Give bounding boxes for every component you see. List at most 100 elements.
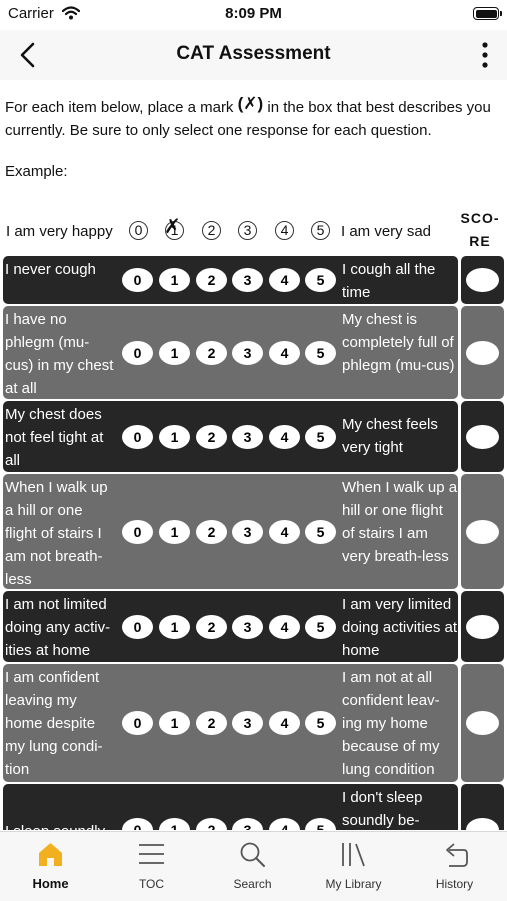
answer-option-2[interactable]: 2 (196, 615, 227, 639)
answer-option-0[interactable]: 0 (122, 268, 153, 292)
example-option: 4 (275, 221, 294, 240)
score-field[interactable] (466, 520, 499, 544)
tab-history[interactable]: History (404, 832, 505, 901)
answer-option-4[interactable]: 4 (269, 425, 300, 449)
battery-icon (473, 7, 502, 20)
answer-option-2[interactable]: 2 (196, 818, 227, 830)
question-row: My chest does not feel tight at all 0 1 2 3 4… (3, 401, 458, 472)
answer-option-2[interactable]: 2 (196, 520, 227, 544)
answer-option-0[interactable]: 0 (122, 711, 153, 735)
answer-option-3[interactable]: 3 (232, 711, 263, 735)
assessment-content[interactable]: For each item below, place a mark (✗) in… (0, 80, 507, 830)
example-right-label: I am very sad (341, 223, 432, 240)
status-bar: Carrier 8:09 PM (0, 0, 507, 30)
answer-option-4[interactable]: 4 (269, 268, 300, 292)
answer-option-4[interactable]: 4 (269, 341, 300, 365)
score-field[interactable] (466, 425, 499, 449)
page-title: CAT Assessment (176, 43, 331, 64)
clock: 8:09 PM (225, 5, 282, 22)
answer-option-0[interactable]: 0 (122, 818, 153, 830)
answer-option-1[interactable]: 1 (159, 341, 190, 365)
question-right-label: My chest is completely full of phlegm (m… (342, 311, 455, 374)
more-options-button[interactable] (475, 40, 495, 70)
answer-option-3[interactable]: 3 (232, 268, 263, 292)
answer-option-3[interactable]: 3 (232, 425, 263, 449)
example-option: 3 (238, 221, 257, 240)
answer-option-1[interactable]: 1 (159, 520, 190, 544)
answer-option-1[interactable]: 1 (159, 711, 190, 735)
answer-option-3[interactable]: 3 (232, 520, 263, 544)
question-row: I sleep soundly 012345 I don't sleep sound… (3, 784, 458, 830)
example-label: Example: (5, 163, 68, 180)
list-icon (139, 844, 164, 864)
question-left-label: I have no phlegm (mu-cus) in my chest at… (5, 311, 114, 397)
score-cell (461, 591, 504, 662)
answer-option-0[interactable]: 0 (122, 520, 153, 544)
answer-option-5[interactable]: 5 (305, 711, 336, 735)
tab-label: History (435, 877, 474, 891)
question-right-label: My chest feels very tight (342, 416, 438, 456)
example-row: I am very happy 0 1 ✗ 2 3 4 5 I am very s… (0, 215, 507, 251)
answer-option-4[interactable]: 4 (269, 818, 300, 830)
tab-toc[interactable]: TOC (101, 832, 202, 901)
question-left-label: When I walk up a hill or one flight of s… (5, 479, 108, 588)
question-right-label: When I walk up a hill or one flight of s… (342, 479, 458, 565)
answer-option-2[interactable]: 2 (196, 268, 227, 292)
answer-option-5[interactable]: 5 (305, 268, 336, 292)
question-row: I have no phlegm (mu-cus) in my chest at… (3, 306, 458, 399)
instructions: For each item below, place a mark (✗) in… (5, 94, 491, 139)
tab-bar: Home TOC Search My Library History (0, 831, 507, 901)
example-option: 2 (202, 221, 221, 240)
answer-option-0[interactable]: 0 (122, 341, 153, 365)
question-left-label: My chest does not feel tight at all (5, 406, 104, 469)
answer-option-5[interactable]: 5 (305, 341, 336, 365)
question-left-label: I sleep soundly (5, 820, 117, 830)
question-row: When I walk up a hill or one flight of s… (3, 474, 458, 589)
answer-option-4[interactable]: 4 (269, 711, 300, 735)
answer-option-5[interactable]: 5 (305, 818, 336, 830)
answer-option-5[interactable]: 5 (305, 615, 336, 639)
answer-option-0[interactable]: 0 (122, 615, 153, 639)
score-cell (461, 306, 504, 399)
score-field[interactable] (466, 818, 499, 830)
tab-label: Home (32, 876, 69, 891)
answer-option-0[interactable]: 0 (122, 425, 153, 449)
score-field[interactable] (466, 341, 499, 365)
nav-bar: CAT Assessment (0, 30, 507, 80)
answer-option-2[interactable]: 2 (196, 711, 227, 735)
x-mark-icon: ✗ (164, 216, 181, 238)
answer-option-4[interactable]: 4 (269, 615, 300, 639)
answer-option-3[interactable]: 3 (232, 818, 263, 830)
question-right-label: I am very limited doing activities at ho… (342, 596, 458, 659)
tab-search[interactable]: Search (202, 832, 303, 901)
answer-option-3[interactable]: 3 (232, 615, 263, 639)
answer-option-5[interactable]: 5 (305, 520, 336, 544)
answer-option-3[interactable]: 3 (232, 341, 263, 365)
answer-option-1[interactable]: 1 (159, 615, 190, 639)
history-icon (446, 843, 468, 867)
question-left-label: I never cough (5, 261, 96, 278)
question-right-label: I am not at all confident leav-ing my ho… (342, 669, 440, 778)
score-field[interactable] (466, 711, 499, 735)
answer-option-4[interactable]: 4 (269, 520, 300, 544)
score-field[interactable] (466, 615, 499, 639)
example-option: 5 (311, 221, 330, 240)
example-left-label: I am very happy (6, 223, 113, 240)
answer-option-2[interactable]: 2 (196, 341, 227, 365)
question-left-label: I am not limited doing any activ-ities a… (5, 596, 111, 659)
more-vertical-icon (482, 42, 488, 68)
answer-option-2[interactable]: 2 (196, 425, 227, 449)
library-icon (342, 843, 365, 867)
question-left-label: I am confident leaving my home despite m… (5, 669, 103, 778)
tab-home[interactable]: Home (0, 832, 101, 901)
answer-option-1[interactable]: 1 (159, 268, 190, 292)
answer-option-5[interactable]: 5 (305, 425, 336, 449)
score-field[interactable] (466, 268, 499, 292)
score-cell (461, 664, 504, 782)
answer-option-1[interactable]: 1 (159, 818, 190, 830)
answer-option-1[interactable]: 1 (159, 425, 190, 449)
example-option-marked: 1 ✗ (164, 216, 184, 240)
tab-my-library[interactable]: My Library (303, 832, 404, 901)
score-cell (461, 474, 504, 589)
tab-label: TOC (138, 877, 165, 891)
